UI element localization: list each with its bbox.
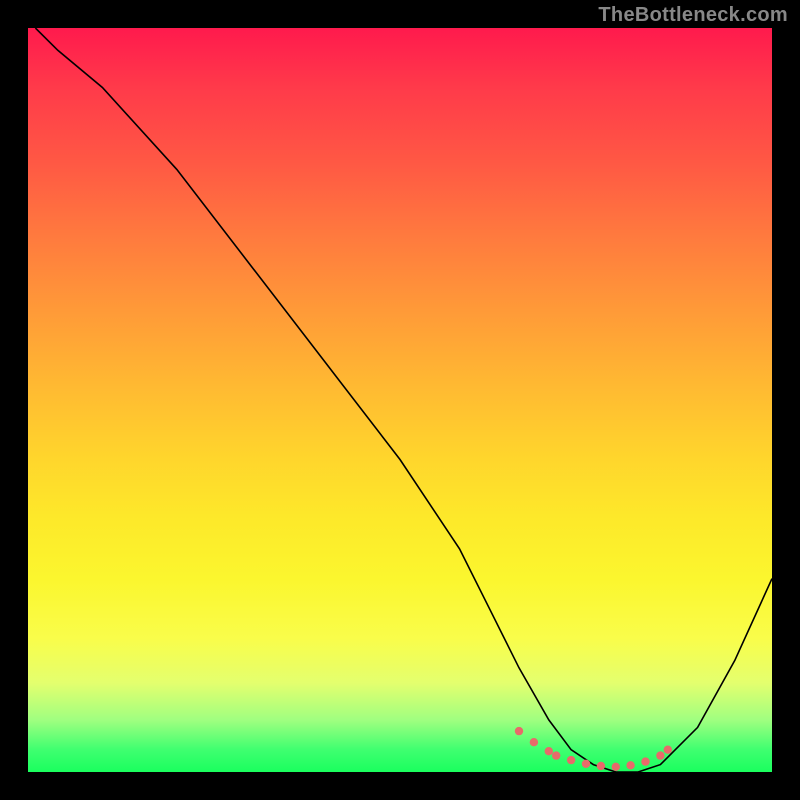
- sweet-spot-dot: [641, 757, 649, 765]
- chart-svg: [28, 28, 772, 772]
- sweet-spot-dot: [597, 762, 605, 770]
- sweet-spot-dot: [656, 751, 664, 759]
- sweet-spot-dot: [545, 747, 553, 755]
- sweet-spot-dot: [626, 761, 634, 769]
- sweet-spot-dot: [515, 727, 523, 735]
- sweet-spot-dot: [582, 760, 590, 768]
- sweet-spot-dot: [612, 763, 620, 771]
- chart-plot-area: [28, 28, 772, 772]
- sweet-spot-dot: [552, 751, 560, 759]
- sweet-spot-dot: [567, 756, 575, 764]
- watermark-text: TheBottleneck.com: [598, 4, 788, 27]
- bottleneck-curve-line: [35, 28, 772, 772]
- sweet-spot-dot: [530, 738, 538, 746]
- sweet-spot-dot: [664, 746, 672, 754]
